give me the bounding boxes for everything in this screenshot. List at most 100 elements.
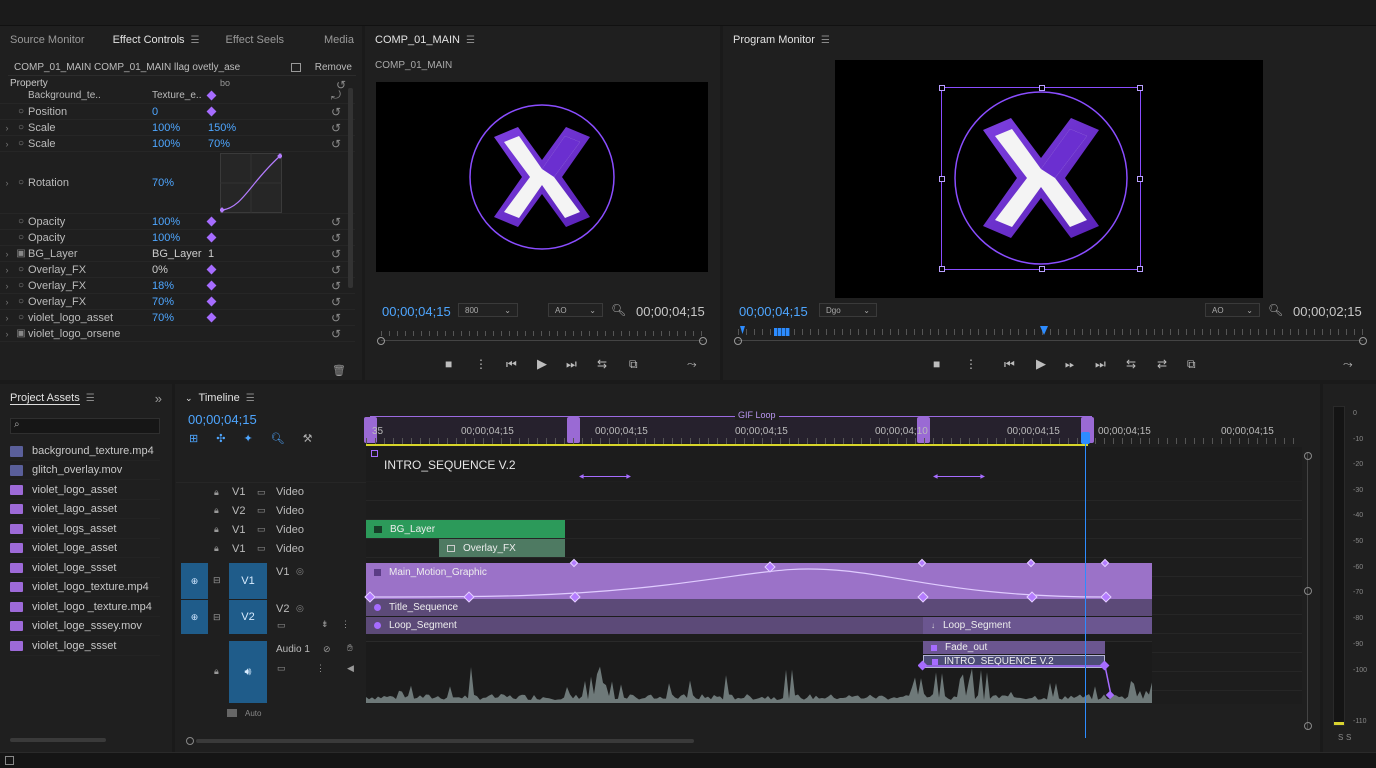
property-value-2[interactable]: 1 [208, 248, 214, 260]
list-item[interactable]: violet_logs_asset [10, 520, 160, 539]
program-fit-select[interactable]: Dgo ⌄ [819, 303, 877, 317]
keyframe-icon[interactable] [206, 296, 217, 307]
property-value-2[interactable]: 70% [208, 138, 230, 150]
range-marker[interactable]: ◀ ▶ [933, 474, 985, 480]
more-icon[interactable]: ⋮ [965, 357, 977, 371]
meter-solo-label[interactable]: S [1346, 733, 1351, 742]
reset-icon[interactable]: ↺ [331, 247, 341, 261]
twirl-icon[interactable]: › [0, 329, 14, 339]
stopwatch-icon[interactable]: ○ [14, 232, 28, 243]
hand-icon[interactable]: ✋︎ [347, 643, 353, 654]
zoom-icon[interactable]: 🔍︎ [611, 303, 626, 317]
reset-icon[interactable]: ↺ [331, 295, 341, 309]
menu-icon[interactable]: ☰ [86, 393, 95, 404]
wrench-icon[interactable]: ⚒ [303, 432, 313, 445]
keyframe-icon[interactable] [206, 232, 217, 243]
stopwatch-icon[interactable]: ○ [14, 280, 28, 291]
twirl-icon[interactable]: › [0, 123, 14, 133]
property-value[interactable]: 70% [152, 296, 208, 308]
reset-icon[interactable]: ↺ [331, 231, 341, 245]
clip-bg-layer[interactable]: BG_Layer [366, 520, 565, 538]
list-item[interactable]: violet_loge_asset [10, 539, 160, 558]
reset-icon[interactable]: ↺ [331, 279, 341, 293]
range-marker[interactable]: ◀ ▶ [579, 474, 631, 480]
property-value[interactable]: BG_Layer [152, 248, 208, 260]
menu-icon[interactable]: ☰ [246, 393, 255, 404]
clip-loop-segment[interactable]: Loop_Segment [366, 617, 923, 634]
eye-icon[interactable]: ◎ [296, 566, 304, 577]
lock-icon[interactable]: 🔒︎ [214, 543, 219, 554]
reset-icon[interactable]: ↺ [331, 327, 341, 341]
lock-icon[interactable]: 🔒︎ [214, 487, 219, 498]
export-frame-icon[interactable]: ⤳ [687, 357, 697, 372]
audio-track-target[interactable]: 🔊︎ [229, 641, 267, 703]
reset-icon[interactable]: ↺ [331, 137, 341, 151]
list-item[interactable]: violet_logo_asset [10, 481, 160, 500]
menu-icon[interactable]: ☰ [191, 35, 200, 46]
stop-button[interactable]: ■ [445, 357, 452, 371]
lock-icon[interactable]: 🔒︎ [214, 524, 219, 535]
twirl-icon[interactable]: › [0, 265, 14, 275]
mute-icon[interactable]: ⊘ [323, 644, 331, 655]
go-to-end-button[interactable]: ⏭ [1095, 357, 1106, 372]
tab-source-monitor[interactable]: Source Monitor [0, 34, 95, 46]
property-value-2[interactable]: 150% [208, 122, 236, 134]
program-quality-select[interactable]: AO ⌄ [1205, 303, 1260, 317]
property-value[interactable]: 70% [152, 312, 208, 324]
trash-icon[interactable]: 🗑 [332, 364, 346, 377]
stop-button[interactable]: ■ [933, 357, 940, 371]
settings-icon[interactable]: ⤳ [1343, 357, 1353, 372]
checkbox-icon[interactable] [291, 63, 301, 72]
overwrite-icon[interactable]: ⧉ [629, 357, 638, 372]
source-fit-select[interactable]: 800 ⌄ [458, 303, 518, 317]
marker-icon[interactable]: ✦ [243, 432, 252, 445]
ec-scrollbar[interactable] [348, 88, 353, 288]
chevron-double-right-icon[interactable]: » [145, 391, 172, 406]
playhead-line[interactable] [1085, 432, 1086, 738]
clip-loop-segment-2[interactable]: ↓ Loop_Segment [923, 617, 1152, 634]
more-icon[interactable]: ⋮ [316, 663, 325, 674]
step-back-button[interactable]: ⏮ [1004, 357, 1015, 372]
track-id-v2[interactable]: V2 [229, 600, 267, 634]
keyframe-icon[interactable] [206, 106, 217, 117]
reset-icon[interactable]: ↺ [331, 263, 341, 277]
keyframe-icon[interactable] [206, 312, 217, 323]
tab-effect-seels[interactable]: Effect Seels [210, 34, 295, 46]
stopwatch-icon[interactable]: ○ [14, 296, 28, 307]
list-item[interactable]: violet_loge_ssset [10, 559, 160, 578]
timeline-v-scrollbar[interactable] [1304, 452, 1312, 730]
property-value[interactable]: 100% [152, 232, 208, 244]
program-timecode-current[interactable]: 00;00;04;15 [739, 304, 808, 319]
list-item[interactable]: violet_lago_asset [10, 500, 160, 519]
snap-icon[interactable]: ⊞ [189, 432, 198, 445]
clip-title-sequence[interactable]: Title_Sequence [366, 599, 1152, 616]
film-icon[interactable]: ▭ [257, 487, 266, 498]
project-search-input[interactable]: ⌕ [10, 418, 160, 434]
step-forward-button[interactable]: ⏭ [566, 357, 577, 372]
lock-icon[interactable]: 🔒︎ [214, 505, 219, 516]
film-icon[interactable]: ▭ [257, 543, 266, 554]
tab-media[interactable]: Media [294, 34, 364, 46]
property-value[interactable]: 18% [152, 280, 208, 292]
play-button[interactable]: ▶ [537, 356, 547, 372]
source-timecode-current[interactable]: 00;00;04;15 [382, 304, 451, 319]
keyframe-nav-icon[interactable]: ⇟ [321, 619, 329, 630]
export-frame-icon[interactable]: ⧉ [1187, 357, 1196, 372]
keyframe-icon[interactable] [206, 264, 217, 275]
remove-button[interactable]: Remove [315, 62, 352, 73]
track-target-v2[interactable]: ⊕ [181, 600, 208, 634]
clip-overlay-fx[interactable]: Overlay_FX [439, 539, 565, 557]
extract-icon[interactable]: ⇄ [1157, 357, 1167, 371]
tab-effect-controls[interactable]: Effect Controls ☰ [95, 34, 210, 46]
transform-bounding-box[interactable] [939, 85, 1143, 272]
twirl-icon[interactable]: › [0, 139, 14, 149]
keyframe-icon[interactable] [206, 90, 217, 101]
eye-icon[interactable]: ◎ [296, 603, 304, 614]
stopwatch-icon[interactable]: ○ [14, 122, 28, 133]
linked-selection-icon[interactable]: ✣ [216, 432, 225, 445]
track-target-v1[interactable]: ⊕ [181, 563, 208, 599]
property-value[interactable]: 0% [152, 264, 208, 276]
list-item[interactable]: violet_loge_sssey.mov [10, 617, 160, 636]
property-value[interactable]: 100% [152, 216, 208, 228]
zoom-icon[interactable]: 🔍︎ [1268, 303, 1283, 317]
